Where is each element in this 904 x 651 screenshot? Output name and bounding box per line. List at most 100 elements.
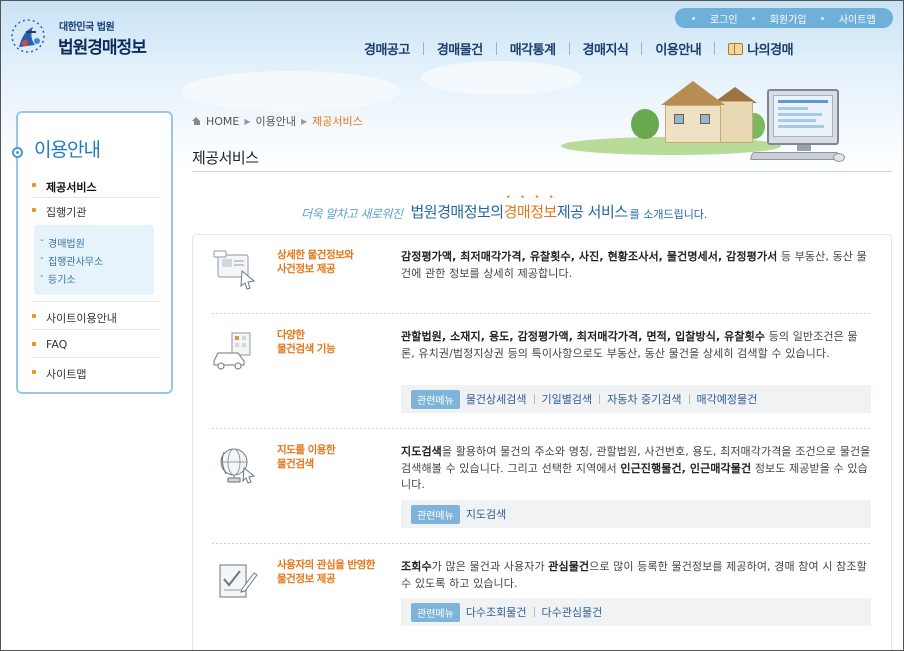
intro-banner: 더욱 알차고 새로워진 법원경매정보의 •••• 경매정보 제공 서비스 를 소개… [301,193,708,222]
breadcrumb-home[interactable]: HOME [206,115,239,128]
breadcrumb-level1[interactable]: 이용안내 [256,113,296,129]
gnb-item-auction-knowledge[interactable]: 경매지식 [570,39,642,58]
service-description: 조회수가 많은 물건과 사용자가 관심물건으로 많이 등록한 물건정보를 제공하… [401,559,871,592]
browser-frame: 대한민국 법원 법원경매정보 로그인 회원가입 사이트맵 경매공고 경매물건 매… [0,0,904,651]
divider [32,357,158,358]
service-description: 감정평가액, 최저매각가격, 유찰횟수, 사진, 현황조사서, 물건명세서, 감… [401,249,871,282]
book-icon [728,42,744,55]
bullet-circle-icon [12,147,23,158]
sidebar-subitem-court[interactable]: 경매법원 [40,235,85,250]
intro-part4: 를 소개드립니다. [629,208,708,221]
service-section: 사용자의 관심을 반영한물건정보 제공 조회수가 많은 물건과 사용자가 관심물… [212,551,872,650]
intro-part1: 법원경매정보의 [410,203,505,221]
mouse-icon [833,153,845,162]
chevron-right-icon: ▶ [244,116,251,126]
gnb-item-my-auction-label: 나의경매 [747,42,794,58]
emphasis-dots-icon: •••• [505,193,563,203]
service-title: 상세한 물건정보와 사건정보 제공 [277,248,397,276]
section-divider [212,543,872,544]
sidebar-submenu: 경매법원 집행관사무소 등기소 [34,225,154,295]
link-most-viewed[interactable]: 다수조회물건 [466,604,527,620]
checklist-pencil-icon [219,564,258,598]
service-section: 다양한 물건검색 기능 관할법원, 소재지, 용도, 감정평가액, 최저매각가격,… [212,321,872,431]
link-vehicle-search[interactable]: 자동차 중기검색 [607,391,681,407]
link-most-watched[interactable]: 다수관심물건 [542,604,603,620]
tree-decoration [631,109,659,139]
site-logo[interactable]: 대한민국 법원 법원경매정보 [9,15,159,59]
house-roof-decoration [661,81,725,105]
desc-text: 가 많은 물건과 사용자가 [431,560,549,573]
link-scheduled-items[interactable]: 매각예정물건 [697,391,758,407]
desc-bold: 지도검색 [401,445,442,458]
window-decoration [674,114,684,124]
bullet-icon [821,16,825,20]
house-decoration [717,101,753,143]
related-menu-bar: 관련메뉴 지도검색 [401,500,871,528]
global-nav: 경매공고 경매물건 매각통계 경매지식 이용안내 나의경매 [351,37,806,59]
desc-bold: 감정평가액, 최저매각가격, 유찰횟수, 사진, 현황조사서, 물건명세서, 감… [401,250,778,263]
logo-line2: 법원경매정보 [58,38,147,58]
link-divider [533,394,535,404]
login-link[interactable]: 로그인 [710,11,738,26]
service-title-line1: 사용자의 관심을 반영한 [277,559,375,571]
link-detail-search[interactable]: 물건상세검색 [466,391,527,407]
related-menu-tag: 관련메뉴 [411,504,460,524]
divider [32,301,158,302]
utility-nav: 로그인 회원가입 사이트맵 [675,8,893,28]
bullet-icon [752,16,756,20]
desc-bold: 관할법원, 소재지, 용도, 감정평가액, 최저매각가격, 면적, 입찰방식, … [401,330,766,343]
sidebar-subitem-registry[interactable]: 등기소 [40,271,75,286]
monitor-icon [767,89,839,145]
service-title-line1: 상세한 물건정보와 [277,249,354,261]
intro-part2: 경매정보 [503,203,558,221]
car-building-icon [213,332,251,370]
services-panel: 상세한 물건정보와 사건정보 제공 감정평가액, 최저매각가격, 유찰횟수, 사진… [192,234,892,650]
gnb-item-auction-items[interactable]: 경매물건 [424,39,496,58]
section-divider [212,313,872,314]
service-title-line2: 물건정보 제공 [277,573,336,585]
link-date-search[interactable]: 기일별검색 [542,391,593,407]
sidebar-item-label: 사이트맵 [46,368,87,381]
sidebar-item-label: FAQ [46,338,68,351]
globe-cursor-icon [220,448,256,484]
service-section: 지도를 이용한 물건검색 지도검색을 활용하여 물건의 주소와 명칭, 관할법원,… [212,436,872,536]
desc-bold: 인근진행물건, 인근매각물건 [620,461,752,475]
home-icon [192,117,201,125]
link-divider [533,607,535,617]
cloud-decoration [421,61,581,95]
bullet-icon [32,208,36,212]
sitemap-link[interactable]: 사이트맵 [839,11,876,26]
intro-part2-wrap: •••• 경매정보 [503,193,558,222]
section-divider [212,428,872,429]
gnb-item-auction-notice[interactable]: 경매공고 [351,39,423,58]
join-link[interactable]: 회원가입 [770,11,807,26]
sidebar-title-text: 이용안내 [34,139,101,161]
window-decoration [700,114,710,124]
service-title: 다양한 물건검색 기능 [277,328,397,356]
link-divider [688,394,690,404]
gnb-item-sale-stats[interactable]: 매각통계 [497,39,569,58]
service-title: 사용자의 관심을 반영한물건정보 제공 [277,558,397,586]
service-title: 지도를 이용한 물건검색 [277,443,397,471]
service-title-line1: 지도를 이용한 [277,444,336,456]
chevron-right-icon: ▶ [301,116,308,126]
bullet-icon [32,183,36,187]
gnb-item-my-auction[interactable]: 나의경매 [715,39,806,58]
document-cursor-icon [213,250,256,290]
house-decoration [665,105,721,143]
desc-bold: 관심물건 [548,560,590,573]
related-menu-bar: 관련메뉴 다수조회물건 다수관심물건 [401,598,871,626]
court-emblem-icon [11,19,45,53]
related-menu-bar: 관련메뉴 물건상세검색 기일별검색 자동차 중기검색 매각예정물건 [401,385,871,413]
bullet-icon [32,370,36,374]
breadcrumb-current: 제공서비스 [312,115,363,128]
sidebar-item-label: 집행기관 [46,206,87,219]
sidebar-subitem-bailiff-office[interactable]: 집행관사무소 [40,253,103,268]
gnb-item-usage-guide[interactable]: 이용안내 [642,39,714,58]
breadcrumb: HOME ▶ 이용안내 ▶ 제공서비스 [192,113,363,129]
service-section: 상세한 물건정보와 사건정보 제공 감정평가액, 최저매각가격, 유찰횟수, 사진… [212,241,872,311]
link-map-search[interactable]: 지도검색 [466,506,506,522]
title-divider [192,171,892,172]
divider [32,197,158,198]
sidebar-item-label: 제공서비스 [46,181,97,194]
